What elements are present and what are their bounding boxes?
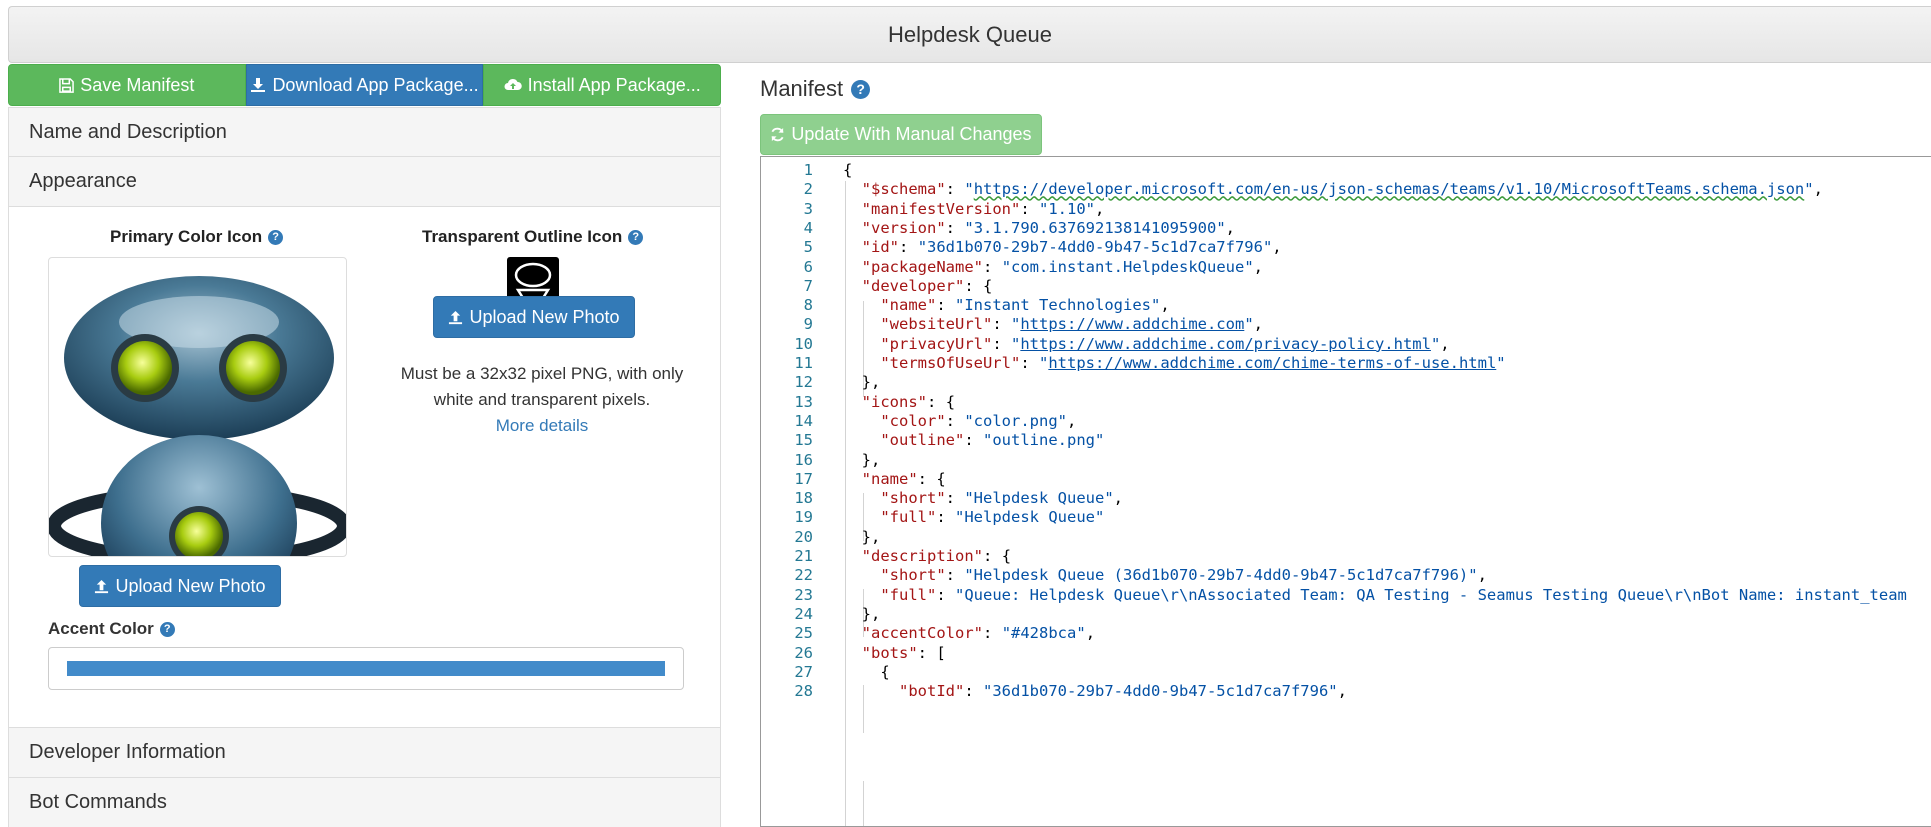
update-with-manual-changes-label: Update With Manual Changes [791,124,1032,144]
manifest-title-label: Manifest [760,76,844,101]
upload-primary-photo-button[interactable]: Upload New Photo [79,565,281,607]
accent-color-label: Accent Color [48,619,154,638]
primary-color-icon-title: Primary Color Icon ? [110,227,284,247]
accent-color-swatch [67,661,665,676]
update-with-manual-changes-button[interactable]: Update With Manual Changes [760,114,1042,155]
question-circle-icon[interactable]: ? [268,229,284,245]
outline-icon-help-text: Must be a 32x32 pixel PNG, with only whi… [397,361,687,439]
refresh-icon [771,127,784,142]
section-developer-information[interactable]: Developer Information [8,728,721,778]
transparent-outline-icon-label: Transparent Outline Icon [422,227,623,246]
section-name-and-description[interactable]: Name and Description [8,107,721,157]
section-title: Name and Description [29,120,227,143]
section-appearance[interactable]: Appearance [8,157,721,207]
upload-outline-photo-label: Upload New Photo [469,306,620,327]
section-title: Bot Commands [29,791,167,813]
save-manifest-label: Save Manifest [80,74,195,95]
outline-help-line-2: white and transparent pixels. [433,390,651,409]
upload-icon [449,310,463,324]
section-bot-commands[interactable]: Bot Commands [8,778,721,827]
indent-guide [863,781,864,826]
left-panel: Save Manifest Download App Package... In… [8,64,722,827]
accent-color-title: Accent Color ? [48,619,175,639]
install-app-package-label: Install App Package... [527,74,701,95]
accent-color-picker[interactable] [48,647,684,690]
code-text: "botId": "36d1b070-29b7-4dd0-9b47-5c1d7c… [899,682,1347,701]
section-title: Developer Information [29,741,226,763]
section-title: Appearance [29,170,137,192]
outline-help-line-1: Must be a 32x32 pixel PNG, with only [400,364,684,383]
download-app-package-label: Download App Package... [272,74,479,95]
install-app-package-button[interactable]: Install App Package... [483,64,722,106]
download-icon [251,78,266,92]
more-details-link[interactable]: More details [397,413,687,439]
question-circle-icon[interactable]: ? [851,79,871,99]
manifest-code-editor[interactable]: 1{2 "$schema": "https://developer.micros… [760,156,1931,827]
app-header: Helpdesk Queue [8,6,1931,63]
toolbar: Save Manifest Download App Package... In… [8,64,722,106]
robot-icon [49,276,346,556]
primary-color-icon-label: Primary Color Icon [110,227,263,246]
upload-primary-photo-label: Upload New Photo [115,575,266,596]
question-circle-icon[interactable]: ? [628,229,644,245]
page-title: Helpdesk Queue [888,21,1052,47]
save-manifest-button[interactable]: Save Manifest [8,64,246,106]
upload-icon [95,579,109,593]
code-line[interactable]: 28 "botId": "36d1b070-29b7-4dd0-9b47-5c1… [761,679,1931,703]
question-circle-icon[interactable]: ? [159,621,175,637]
save-icon [59,77,75,93]
line-number: 28 [794,682,813,701]
download-app-package-button[interactable]: Download App Package... [245,64,484,106]
manifest-title: Manifest ? [760,76,871,102]
cloud-upload-icon [504,78,522,90]
upload-outline-photo-button[interactable]: Upload New Photo [433,296,635,338]
appearance-body: Primary Color Icon ? Upload New Photo Tr… [8,207,721,728]
primary-color-icon-preview [48,257,347,557]
transparent-outline-icon-title: Transparent Outline Icon ? [422,227,644,247]
